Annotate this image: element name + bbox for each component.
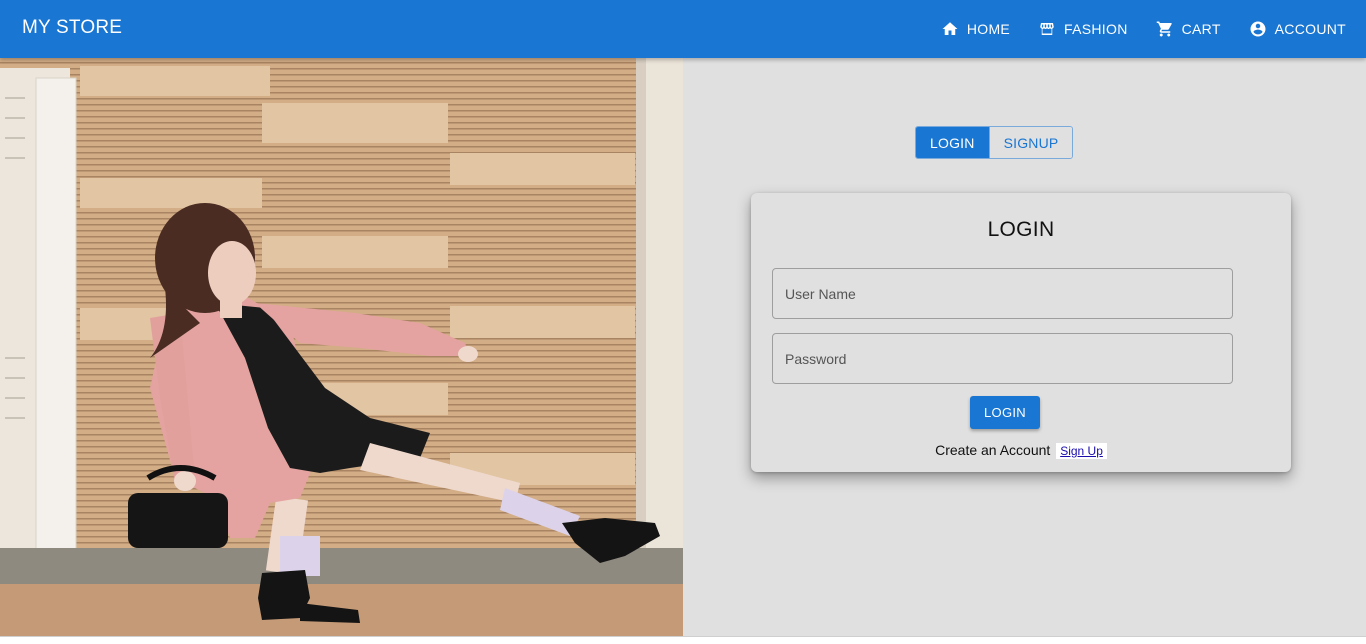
top-nav: HOME FASHION CART ACCOUNT: [913, 0, 1346, 58]
home-icon: [942, 22, 958, 35]
nav-account[interactable]: ACCOUNT: [1249, 20, 1346, 38]
brand-title[interactable]: MY STORE: [22, 17, 122, 39]
login-card: LOGIN LOGIN Create an Account Sign Up: [751, 193, 1291, 472]
signup-link[interactable]: Sign Up: [1056, 443, 1107, 459]
login-title: LOGIN: [987, 218, 1055, 241]
storefront-icon: [1040, 23, 1054, 35]
nav-cart[interactable]: CART: [1156, 20, 1221, 38]
fashion-photo-illustration: [0, 58, 683, 636]
username-field-wrapper: [772, 268, 1233, 319]
nav-account-label: ACCOUNT: [1274, 21, 1346, 37]
password-field-wrapper: [772, 333, 1233, 384]
create-account-line: Create an Account Sign Up: [751, 442, 1291, 459]
bottom-divider: [0, 636, 1366, 644]
nav-cart-label: CART: [1181, 21, 1221, 37]
nav-fashion[interactable]: FASHION: [1038, 20, 1128, 38]
hero-fashion-image: [0, 58, 683, 636]
nav-fashion-label: FASHION: [1064, 21, 1128, 37]
auth-panel: LOGIN SIGNUP LOGIN LOGIN Create an Accou…: [683, 58, 1366, 636]
cart-icon: [1156, 21, 1172, 37]
login-submit-button[interactable]: LOGIN: [970, 396, 1040, 429]
username-input[interactable]: [773, 269, 1232, 318]
toggle-login-button[interactable]: LOGIN: [916, 127, 989, 158]
password-input[interactable]: [773, 334, 1232, 383]
create-account-text: Create an Account: [935, 442, 1051, 458]
nav-home[interactable]: HOME: [941, 20, 1010, 38]
auth-mode-toggle: LOGIN SIGNUP: [915, 126, 1074, 159]
app-bar: MY STORE HOME FASHION CART ACCOUNT: [0, 0, 1366, 58]
toggle-signup-button[interactable]: SIGNUP: [988, 127, 1073, 158]
nav-home-label: HOME: [966, 21, 1011, 37]
account-circle-icon: [1250, 21, 1266, 37]
